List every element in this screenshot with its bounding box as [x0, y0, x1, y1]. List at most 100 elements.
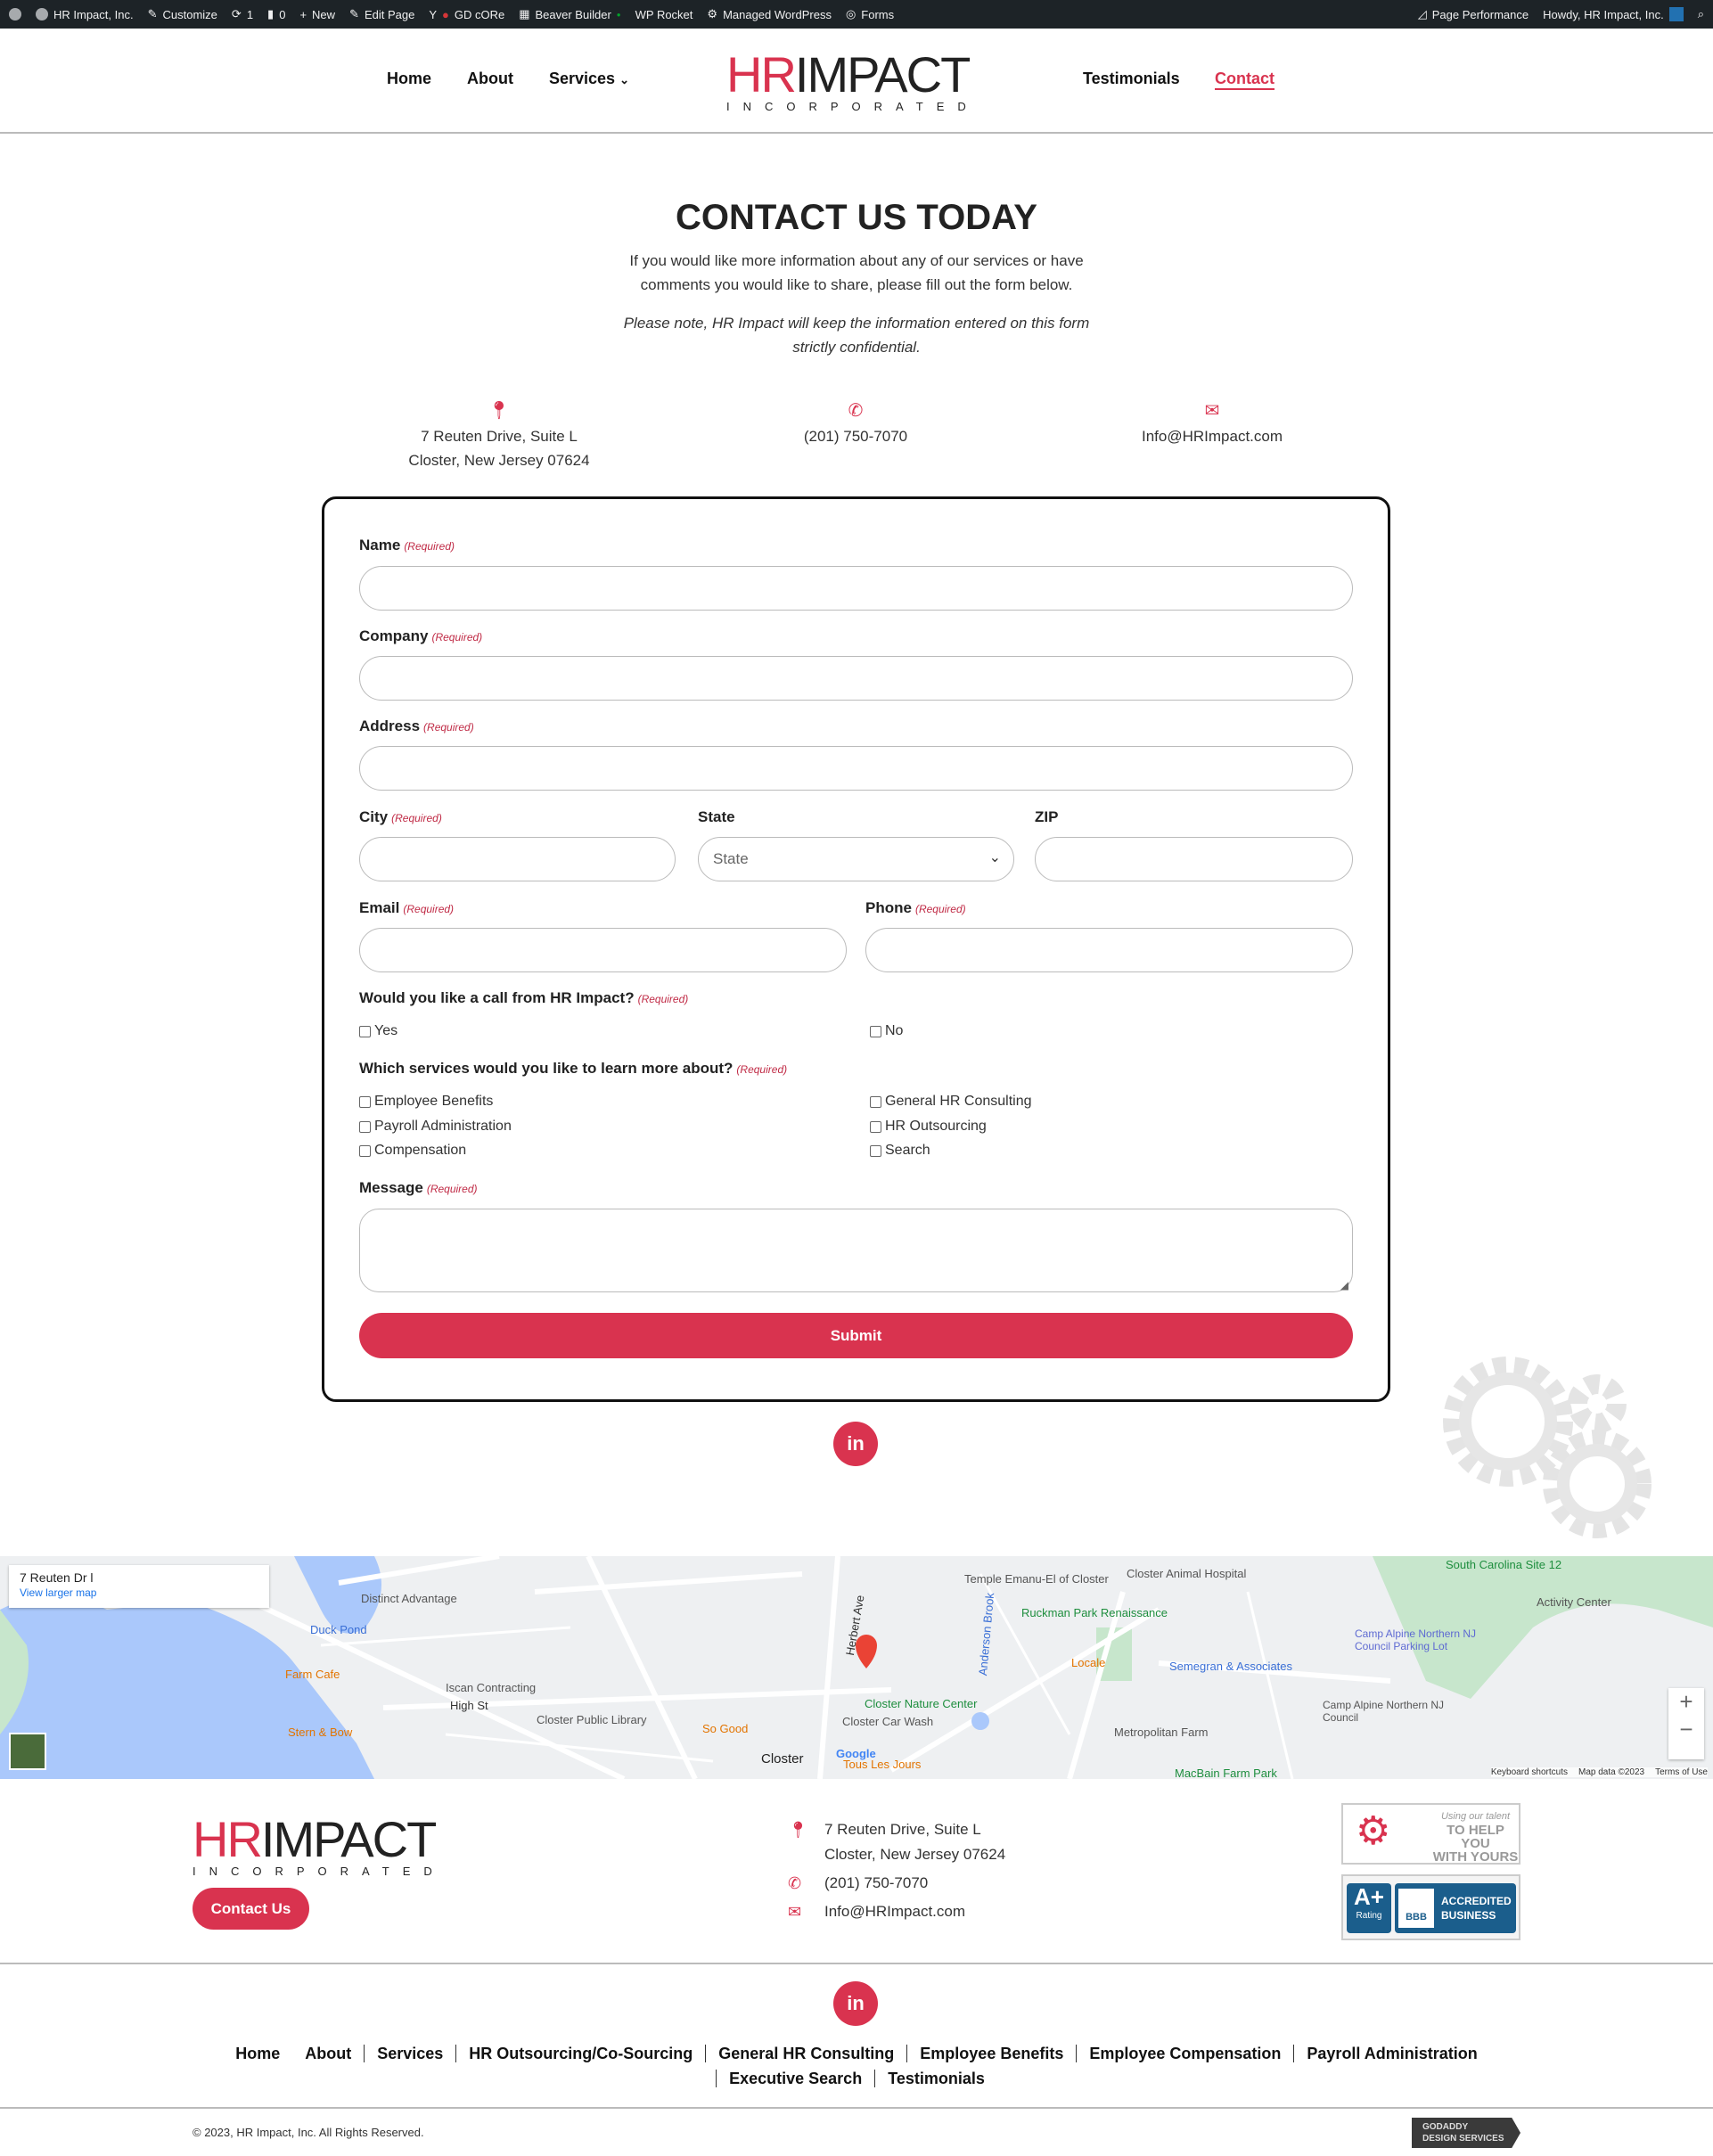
zip-input[interactable]	[1035, 837, 1353, 881]
checkbox[interactable]	[359, 1095, 371, 1108]
satellite-toggle[interactable]	[9, 1733, 46, 1770]
footer-link-employee-benefits[interactable]: Employee Benefits	[906, 2045, 1077, 2062]
call-no-checkbox[interactable]: No	[870, 1023, 903, 1039]
footer-link-general-hr[interactable]: General HR Consulting	[705, 2045, 907, 2062]
admin-new[interactable]: + New	[299, 8, 335, 21]
godaddy-badge[interactable]: GODADDY DESIGN SERVICES	[1412, 2118, 1520, 2148]
map-label: Closter	[761, 1751, 804, 1767]
email-link[interactable]: Info@HRImpact.com	[1034, 424, 1390, 448]
linkedin-icon[interactable]: in	[833, 1422, 878, 1466]
label: 1	[246, 7, 254, 21]
admin-customize[interactable]: ✎ Customize	[148, 7, 217, 21]
footer-contact-button[interactable]: Contact Us	[193, 1888, 309, 1930]
footer-link-hr-outsourcing[interactable]: HR Outsourcing/Co-Sourcing	[455, 2045, 706, 2062]
footer-link-services[interactable]: Services	[364, 2045, 456, 2062]
footer-phone[interactable]: (201) 750-7070	[824, 1874, 928, 1892]
admin-comments[interactable]: ▮ 0	[267, 7, 285, 21]
label: New	[312, 7, 336, 21]
admin-forms[interactable]: ◎ Forms	[846, 7, 894, 21]
search-icon[interactable]: ⌕	[1698, 7, 1704, 21]
nav-home[interactable]: Home	[387, 70, 431, 88]
site-logo[interactable]: HRIMPACT INCORPORATED	[726, 50, 985, 114]
zoom-out-button[interactable]: −	[1668, 1716, 1704, 1743]
footer-link-home[interactable]: Home	[223, 2045, 292, 2062]
footer-link-payroll[interactable]: Payroll Administration	[1293, 2045, 1490, 2062]
call-yes-checkbox[interactable]: Yes	[359, 1023, 398, 1039]
keyboard-shortcuts-link[interactable]: Keyboard shortcuts	[1491, 1767, 1568, 1777]
checkbox[interactable]	[359, 1144, 371, 1157]
map-label: MacBain Farm Park	[1175, 1767, 1277, 1779]
map-label: Camp Alpine Northern NJ Council	[1323, 1699, 1445, 1724]
line: DESIGN SERVICES	[1422, 2134, 1504, 2144]
label: Beaver Builder	[535, 7, 611, 21]
bbb-badge[interactable]: A+ Rating BBB ACCREDITED BUSINESS	[1341, 1874, 1520, 1940]
email-input[interactable]	[359, 928, 847, 972]
text: Message	[359, 1179, 423, 1196]
services-question-label: Which services would you like to learn m…	[359, 1060, 787, 1078]
phone-text[interactable]: (201) 750-7070	[677, 424, 1034, 448]
footer-logo[interactable]: HRIMPACT INCORPORATED	[193, 1815, 451, 1879]
admin-account[interactable]: Howdy, HR Impact, Inc.	[1543, 7, 1684, 21]
map-label: Closter Car Wash	[842, 1715, 934, 1728]
label: Howdy, HR Impact, Inc.	[1543, 7, 1664, 21]
checkbox[interactable]	[870, 1095, 881, 1108]
checkbox[interactable]	[359, 1120, 371, 1133]
google-map[interactable]: 7 Reuten Dr l View larger map Distinct Ad…	[0, 1556, 1713, 1779]
admin-managed-wordpress[interactable]: ⚙ Managed WordPress	[707, 7, 832, 21]
footer-link-employee-compensation[interactable]: Employee Compensation	[1076, 2045, 1294, 2062]
nav-about[interactable]: About	[467, 70, 513, 88]
admin-page-performance[interactable]: ◿ Page Performance	[1418, 7, 1529, 21]
service-checkbox[interactable]: Search	[870, 1143, 930, 1159]
company-label: Company (Required)	[359, 627, 482, 645]
state-select[interactable]: State ⌄	[698, 837, 1014, 881]
terms-link[interactable]: Terms of Use	[1655, 1767, 1708, 1777]
checkbox[interactable]	[870, 1120, 881, 1133]
admin-gd-core[interactable]: Y ● GD cORe	[429, 8, 504, 21]
pencil-icon: ✎	[349, 7, 359, 20]
chevron-down-icon: ⌄	[619, 73, 629, 86]
line: Using our talent	[1440, 1811, 1511, 1822]
submit-button[interactable]: Submit	[359, 1313, 1353, 1358]
page-title: CONTACT US TODAY	[676, 198, 1037, 237]
footer-link-about[interactable]: About	[292, 2045, 364, 2062]
admin-edit-page[interactable]: ✎ Edit Page	[349, 7, 414, 21]
service-checkbox[interactable]: Payroll Administration	[359, 1119, 512, 1135]
zoom-in-button[interactable]: +	[1668, 1688, 1704, 1716]
address-input[interactable]	[359, 746, 1353, 791]
footer-link-testimonials[interactable]: Testimonials	[874, 2070, 997, 2087]
city-input[interactable]	[359, 837, 676, 881]
wordpress-logo-icon[interactable]	[9, 8, 21, 20]
view-larger-map-link[interactable]: View larger map	[20, 1586, 96, 1599]
resize-handle-icon[interactable]: ◢	[1340, 1279, 1348, 1291]
required-tag: (Required)	[403, 903, 455, 915]
line: If you would like more information about…	[629, 252, 1084, 269]
phone-input[interactable]	[865, 928, 1353, 972]
nav-testimonials[interactable]: Testimonials	[1083, 70, 1180, 88]
footer-link-executive-search[interactable]: Executive Search	[716, 2070, 875, 2087]
service-checkbox[interactable]: Employee Benefits	[359, 1094, 493, 1110]
message-textarea[interactable]: ◢	[359, 1209, 1353, 1292]
site-header: Home About Services ⌄ Testimonials Conta…	[0, 29, 1713, 134]
admin-beaver-builder[interactable]: ▦ Beaver Builder ●	[519, 7, 620, 21]
status-dot-icon: ●	[442, 7, 449, 21]
admin-updates[interactable]: ⟳ 1	[232, 7, 253, 21]
linkedin-icon[interactable]: in	[833, 1981, 878, 2026]
label: Edit Page	[364, 7, 415, 21]
name-input[interactable]	[359, 566, 1353, 611]
text: Name	[359, 537, 401, 553]
checkbox[interactable]	[359, 1025, 371, 1037]
service-checkbox[interactable]: HR Outsourcing	[870, 1119, 987, 1135]
nav-contact[interactable]: Contact	[1215, 70, 1275, 90]
admin-site-link[interactable]: HR Impact, Inc.	[36, 8, 134, 21]
checkbox[interactable]	[870, 1025, 881, 1037]
footer-email[interactable]: Info@HRImpact.com	[824, 1903, 965, 1921]
admin-wp-rocket[interactable]: WP Rocket	[635, 8, 693, 21]
nav-services[interactable]: Services ⌄	[549, 70, 629, 88]
service-checkbox[interactable]: General HR Consulting	[870, 1094, 1032, 1110]
text: Company	[359, 627, 429, 644]
company-input[interactable]	[359, 656, 1353, 701]
checkbox[interactable]	[870, 1144, 881, 1157]
state-label: State	[698, 808, 735, 825]
service-checkbox[interactable]: Compensation	[359, 1143, 466, 1159]
map-label: Farm Cafe	[285, 1668, 340, 1681]
